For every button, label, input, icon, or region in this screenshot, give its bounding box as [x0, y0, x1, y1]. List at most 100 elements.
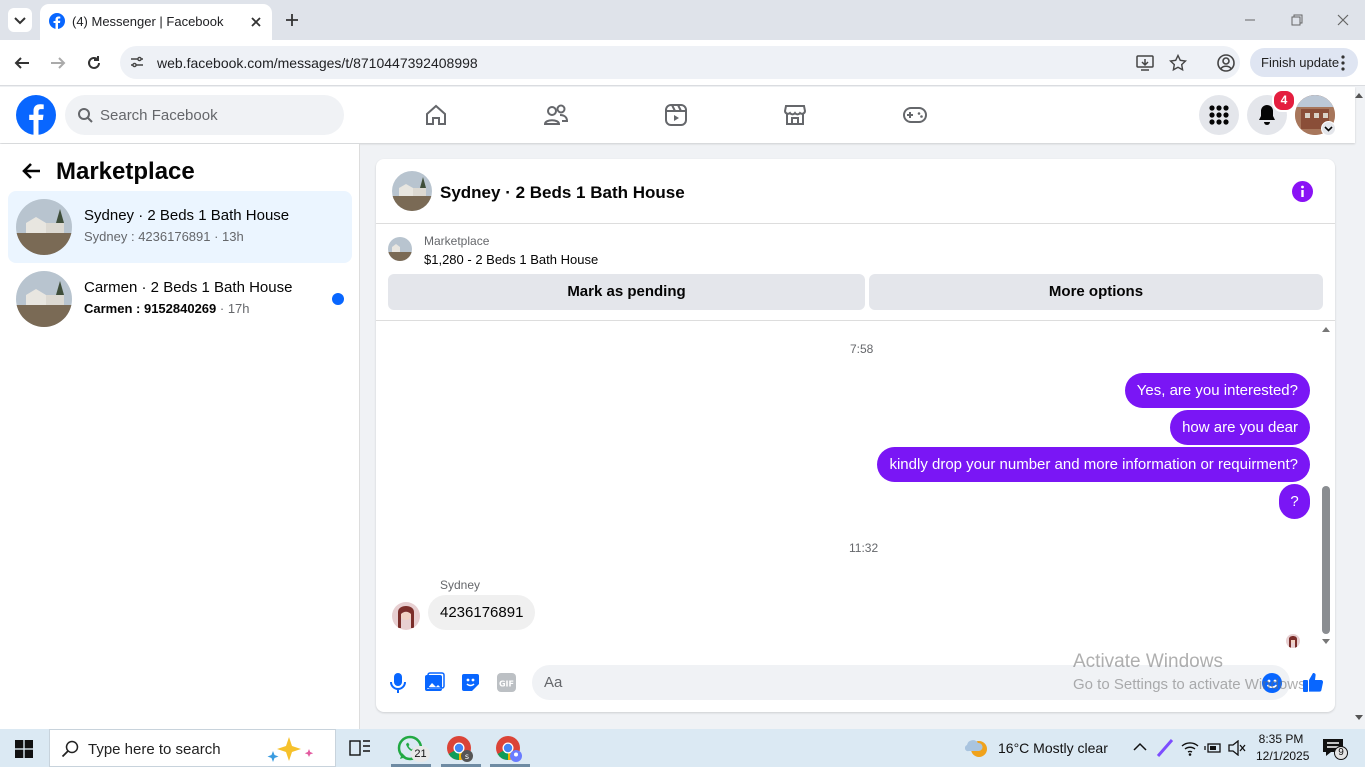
- scroll-up-icon[interactable]: [1321, 325, 1331, 333]
- activate-windows-subtitle: Go to Settings to activate Windows.: [1073, 676, 1303, 693]
- account-chevron[interactable]: [1321, 121, 1336, 136]
- new-tab-icon[interactable]: [284, 12, 300, 28]
- reload-icon[interactable]: [85, 54, 103, 72]
- sender-avatar[interactable]: [392, 602, 420, 630]
- sent-message[interactable]: Yes, are you interested?: [1124, 373, 1310, 408]
- sent-message[interactable]: how are you dear: [1170, 410, 1310, 445]
- listing-thumbnail: [16, 199, 72, 255]
- restore-icon[interactable]: [1290, 13, 1304, 27]
- listing-thumbnail: [16, 271, 72, 327]
- video-icon[interactable]: [664, 103, 688, 127]
- facebook-favicon-icon: [49, 13, 65, 29]
- divider: [376, 223, 1335, 224]
- listing-label: Marketplace: [424, 234, 490, 248]
- sent-message[interactable]: ?: [1279, 484, 1310, 519]
- notification-center-badge: 9: [1334, 746, 1348, 760]
- conversation-snippet: Sydney : 4236176891 · 13h: [84, 229, 244, 244]
- chevron-down-icon: [14, 17, 26, 25]
- chrome-icon: [496, 736, 522, 762]
- divider: [376, 320, 1335, 321]
- search-placeholder: Search Facebook: [100, 107, 218, 124]
- more-options-button[interactable]: More options: [869, 274, 1323, 310]
- chat-title[interactable]: Sydney · 2 Beds 1 Bath House: [440, 183, 685, 203]
- network-icon[interactable]: [1181, 740, 1199, 756]
- pen-icon[interactable]: [1156, 738, 1174, 758]
- page-scroll-down-icon[interactable]: [1354, 714, 1364, 722]
- activate-windows-title: Activate Windows: [1073, 651, 1223, 672]
- scroll-down-icon[interactable]: [1321, 638, 1331, 646]
- browser-tab[interactable]: (4) Messenger | Facebook: [40, 4, 272, 40]
- message-timestamp: 7:58: [850, 342, 874, 356]
- task-view-icon[interactable]: [349, 738, 371, 758]
- notification-center[interactable]: 9: [1322, 737, 1348, 760]
- url-text: web.facebook.com/messages/t/871044739240…: [157, 55, 478, 71]
- tab-title: (4) Messenger | Facebook: [72, 14, 224, 29]
- sent-message[interactable]: kindly drop your number and more informa…: [877, 447, 1310, 482]
- battery-icon[interactable]: [1204, 741, 1222, 755]
- conversation-title: Carmen · 2 Beds 1 Bath House: [84, 279, 293, 296]
- info-icon[interactable]: [1292, 181, 1313, 202]
- back-arrow-icon[interactable]: [20, 160, 42, 182]
- received-message[interactable]: 4236176891: [428, 595, 536, 630]
- menu-grid-icon: [1209, 105, 1229, 125]
- mark-as-pending-button[interactable]: Mark as pending: [388, 274, 865, 310]
- taskbar-chrome-2[interactable]: [495, 735, 525, 765]
- listing-mini-thumb: [388, 237, 412, 261]
- chevron-down-icon: [1324, 126, 1333, 132]
- svg-text:GIF: GIF: [499, 680, 514, 689]
- weather-text[interactable]: 16°C Mostly clear: [998, 740, 1108, 756]
- unread-dot: [332, 293, 344, 305]
- facebook-search-input[interactable]: Search Facebook: [65, 95, 344, 135]
- search-icon: [61, 740, 79, 758]
- close-tab-icon[interactable]: [248, 14, 264, 30]
- menu-button[interactable]: [1199, 95, 1239, 135]
- conversation-title: Sydney · 2 Beds 1 Bath House: [84, 207, 290, 224]
- home-icon[interactable]: [424, 103, 448, 127]
- panel-title: Marketplace: [56, 158, 195, 185]
- more-vert-icon: [1341, 55, 1345, 71]
- listing-description[interactable]: $1,280 - 2 Beds 1 Bath House: [424, 252, 598, 267]
- thumbs-up-icon[interactable]: [1302, 671, 1324, 693]
- taskbar-chrome-1[interactable]: s: [446, 735, 476, 765]
- windows-start-icon[interactable]: [15, 740, 33, 758]
- taskbar-whatsapp[interactable]: 21: [397, 735, 430, 765]
- sticker-icon[interactable]: [460, 672, 481, 693]
- photo-icon[interactable]: [424, 672, 445, 693]
- message-timestamp: 11:32: [849, 541, 879, 555]
- install-app-icon[interactable]: [1136, 54, 1154, 72]
- volume-muted-icon[interactable]: [1228, 740, 1246, 756]
- tab-search-button[interactable]: [8, 8, 32, 32]
- page-scroll-up-icon[interactable]: [1354, 91, 1364, 99]
- clock[interactable]: 8:35 PM 12/1/2025: [1256, 732, 1310, 763]
- minimize-icon[interactable]: [1243, 13, 1257, 27]
- forward-icon[interactable]: [49, 54, 67, 72]
- marketplace-icon[interactable]: [783, 103, 807, 127]
- finish-update-label: Finish update: [1261, 55, 1340, 70]
- show-hidden-icons[interactable]: [1133, 742, 1147, 752]
- finish-update-button[interactable]: Finish update: [1250, 48, 1358, 77]
- conversation-item-sydney[interactable]: Sydney · 2 Beds 1 Bath House Sydney : 42…: [8, 191, 352, 263]
- url-bar[interactable]: web.facebook.com/messages/t/871044739240…: [120, 46, 1240, 79]
- copilot-sparkle-icon: [267, 737, 314, 762]
- seen-avatar: [1286, 634, 1300, 648]
- site-info-icon[interactable]: [129, 54, 145, 70]
- taskbar-search[interactable]: Type here to search: [49, 729, 336, 767]
- message-input-placeholder: Aa: [544, 674, 563, 691]
- chat-listing-avatar[interactable]: [392, 171, 432, 211]
- window-close-icon[interactable]: [1336, 13, 1350, 27]
- snippet-text: Carmen : 9152840269: [84, 301, 217, 316]
- profile-icon[interactable]: [1216, 53, 1236, 73]
- conversation-item-carmen[interactable]: Carmen · 2 Beds 1 Bath House Carmen : 91…: [8, 263, 352, 335]
- weather-icon[interactable]: [965, 736, 991, 760]
- gif-icon[interactable]: GIF: [496, 672, 517, 693]
- microphone-icon[interactable]: [389, 672, 407, 694]
- back-icon[interactable]: [13, 54, 31, 72]
- friends-icon[interactable]: [543, 103, 569, 127]
- svg-text:s: s: [465, 752, 469, 761]
- scrollbar-thumb[interactable]: [1322, 486, 1330, 634]
- bookmark-star-icon[interactable]: [1169, 54, 1187, 72]
- facebook-logo-icon[interactable]: [16, 95, 56, 135]
- whatsapp-badge: 21: [411, 746, 430, 762]
- clock-date: 12/1/2025: [1256, 749, 1310, 763]
- gaming-icon[interactable]: [902, 103, 928, 127]
